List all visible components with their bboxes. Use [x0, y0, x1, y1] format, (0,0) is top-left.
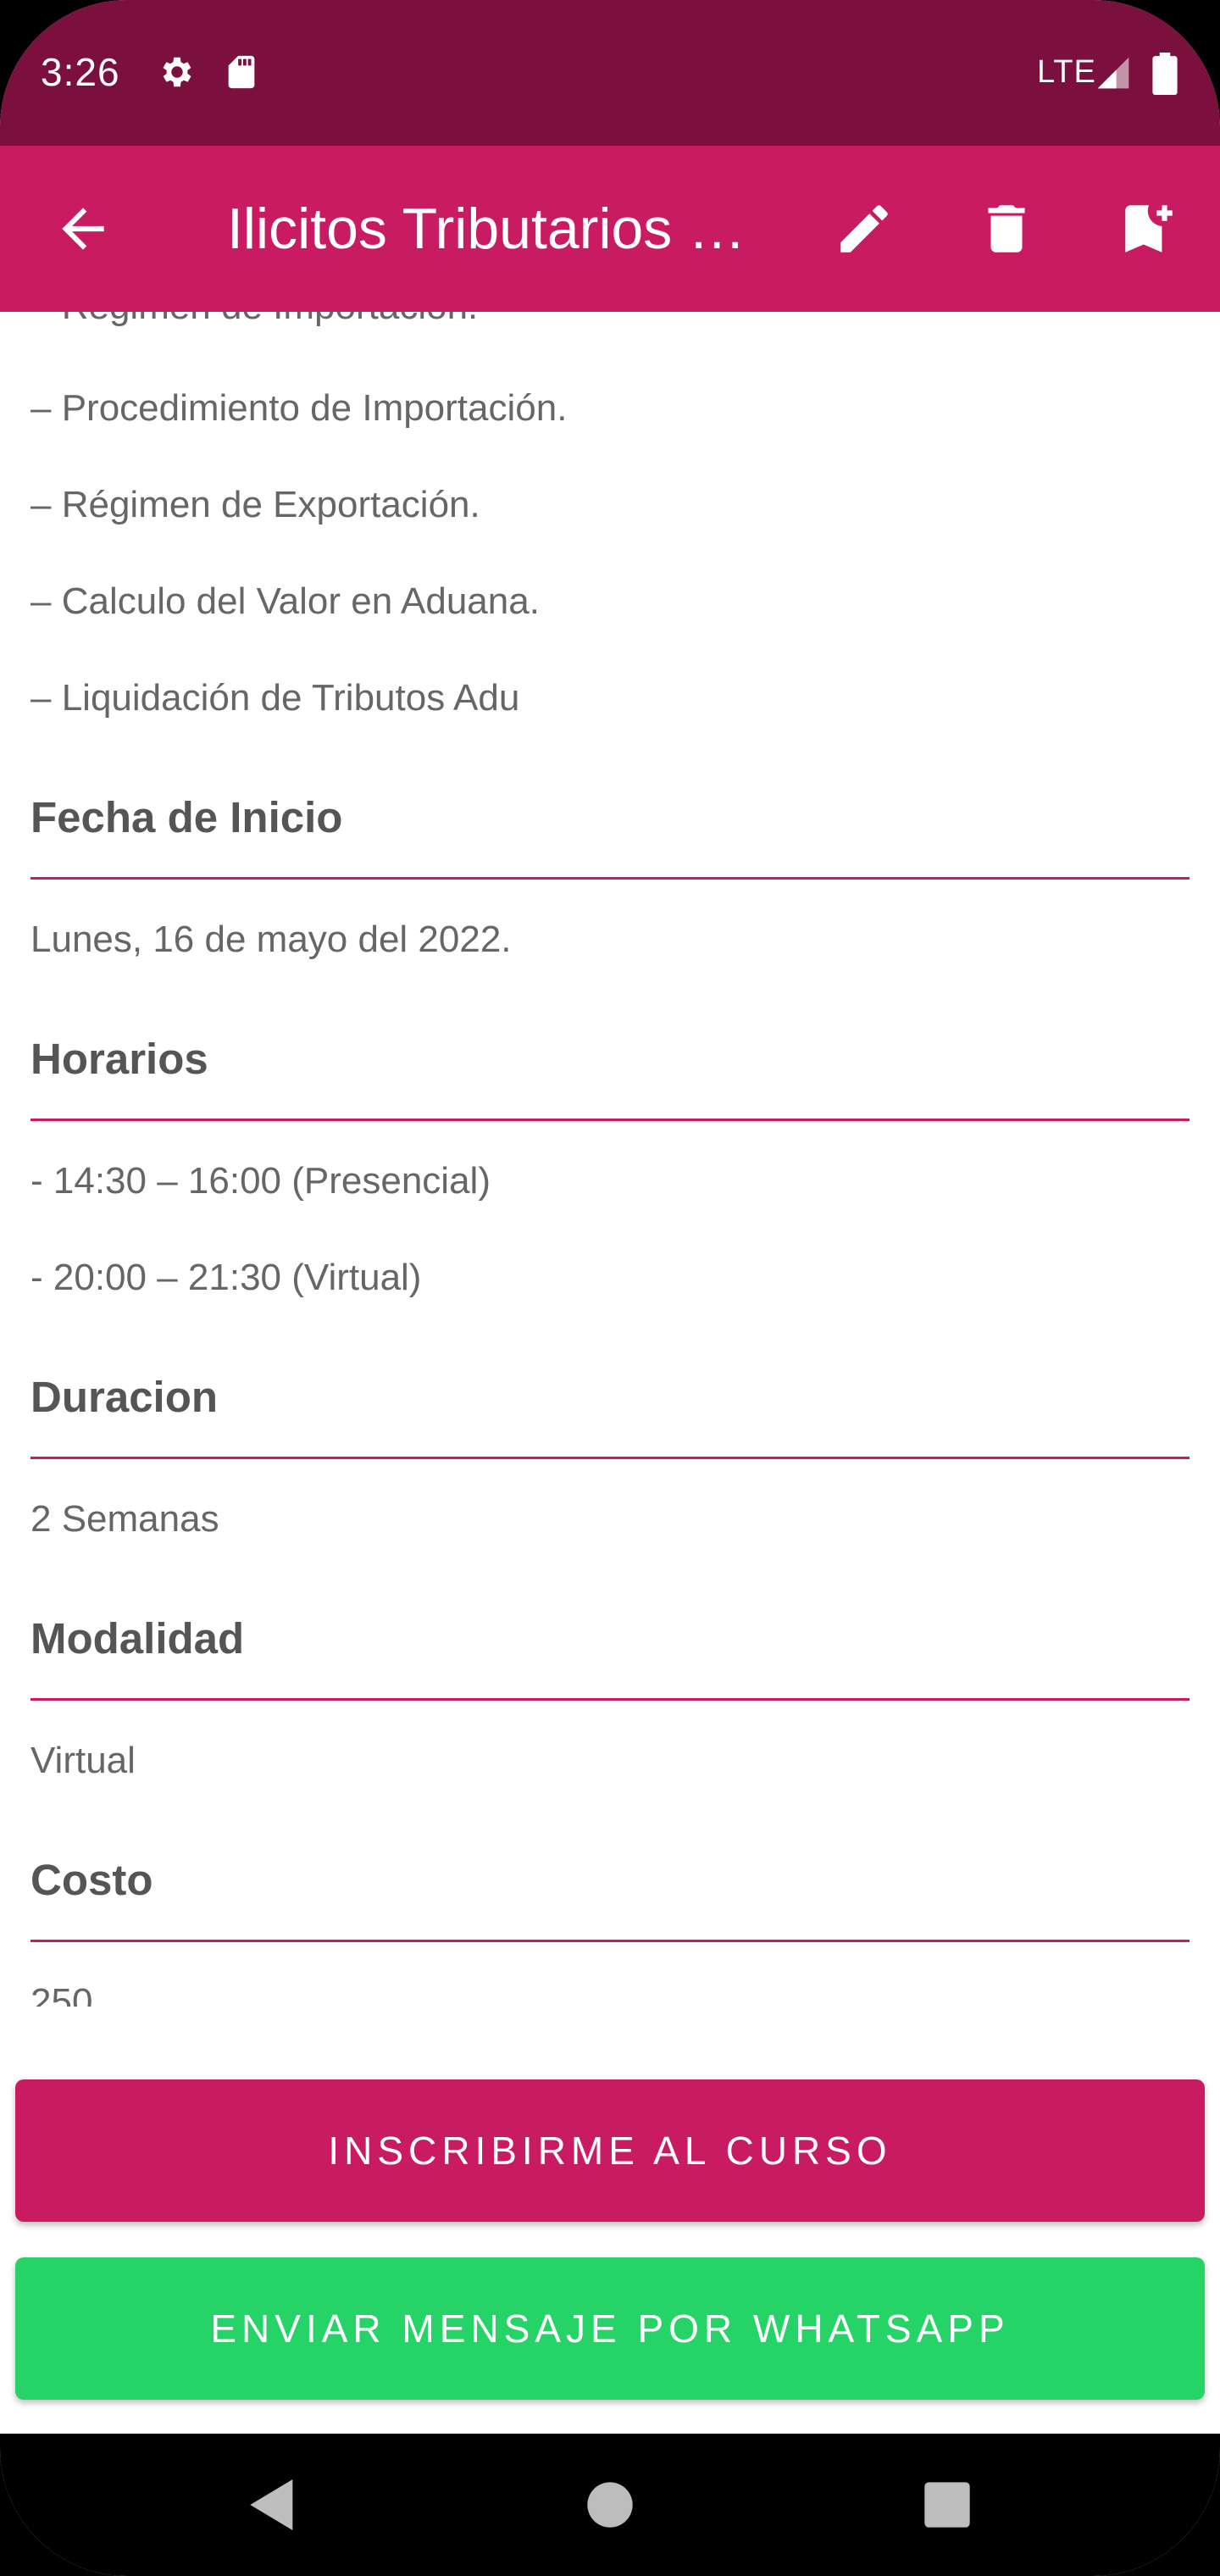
status-time: 3:26	[41, 50, 120, 94]
signal-icon	[1095, 54, 1132, 92]
schedules-title: Horarios	[30, 1035, 208, 1083]
list-item: – Liquidación de Tributos Adu	[30, 677, 520, 719]
start-date-value: Lunes, 16 de mayo del 2022.	[30, 919, 512, 960]
sd-card-icon	[222, 53, 261, 92]
list-item: – Régimen de Importación.	[30, 312, 478, 332]
app-bar: Ilicitos Tributarios y Aduaneros	[0, 146, 1220, 312]
duration-value: 2 Semanas	[30, 1498, 219, 1540]
delete-icon[interactable]	[964, 186, 1049, 271]
divider	[30, 1698, 1190, 1701]
bookmark-add-icon[interactable]	[1106, 186, 1191, 271]
gear-icon	[158, 53, 197, 92]
whatsapp-button[interactable]: Enviar mensaje por WhatsApp	[15, 2257, 1205, 2400]
divider	[30, 1940, 1190, 1942]
schedule-item: - 14:30 – 16:00 (Presencial)	[30, 1160, 491, 1202]
system-nav-bar	[0, 2434, 1220, 2576]
edit-icon[interactable]	[822, 186, 907, 271]
network-type: LTE	[1037, 54, 1096, 90]
home-circle-icon[interactable]	[576, 2471, 644, 2539]
arrow-back-icon[interactable]	[41, 186, 125, 271]
cost-value: 250	[30, 1981, 93, 2007]
modality-value: Virtual	[30, 1740, 136, 1781]
start-date-title: Fecha de Inicio	[30, 793, 343, 841]
recents-square-icon[interactable]	[913, 2471, 981, 2539]
divider	[30, 877, 1190, 880]
phone-screen: 3:26 LTE Ilicitos Tributarios y Aduanero…	[0, 0, 1220, 2576]
divider	[30, 1457, 1190, 1459]
schedule-item: - 20:00 – 21:30 (Virtual)	[30, 1257, 422, 1298]
list-item: – Procedimiento de Importación.	[30, 387, 568, 429]
course-detail-content[interactable]: – Régimen de Importación. – Procedimient…	[0, 312, 1220, 2007]
back-triangle-icon[interactable]	[239, 2471, 307, 2539]
battery-icon	[1151, 53, 1179, 95]
list-item: – Régimen de Exportación.	[30, 484, 480, 525]
status-bar: 3:26 LTE	[0, 0, 1220, 146]
list-item: – Calculo del Valor en Aduana.	[30, 580, 540, 622]
duration-title: Duracion	[30, 1373, 219, 1421]
divider	[30, 1119, 1190, 1121]
page-title: Ilicitos Tributarios y Aduaneros	[227, 197, 752, 261]
cost-title: Costo	[30, 1856, 153, 1904]
modality-title: Modalidad	[30, 1614, 245, 1663]
enroll-button[interactable]: Inscribirme al curso	[15, 2079, 1205, 2222]
